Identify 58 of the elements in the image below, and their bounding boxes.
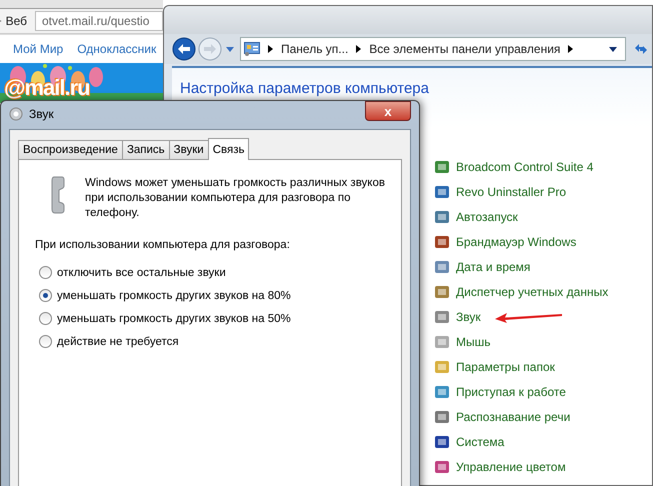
applet-link[interactable]: Broadcom Control Suite 4 [456,160,594,174]
tab[interactable]: Воспроизведение [18,140,123,159]
applet-link[interactable]: Система [456,434,504,448]
breadcrumb[interactable]: Панель уп... [281,42,348,56]
applet-icon [434,384,450,400]
chevron-icon[interactable] [568,45,574,53]
tab[interactable]: Связь [208,138,250,160]
applet-icon [434,408,450,424]
group-label: При использовании компьютера для разговора: [35,239,291,251]
applet-link[interactable]: Управление цветом [456,460,566,474]
applet-link[interactable]: Дата и время [456,260,530,274]
dropdown-icon[interactable] [609,46,617,52]
applet-link[interactable]: Брандмауэр Windows [456,234,576,248]
applet-link[interactable]: Приступая к работе [456,384,566,398]
tab[interactable]: Звуки [168,140,209,159]
applet-icon [434,434,450,450]
applet-link[interactable]: Параметры папок [456,360,555,374]
applet-icon [434,458,450,474]
close-button[interactable]: x [365,101,411,121]
refresh-icon[interactable] [634,42,648,56]
applet-icon [434,358,450,374]
chevron-icon[interactable] [356,45,362,53]
radio-button[interactable] [39,289,52,302]
applet-link[interactable]: Диспетчер учетных данных [456,284,608,298]
breadcrumb[interactable]: Все элементы панели управления [369,42,560,56]
nav-link[interactable]: Мой Мир [13,42,64,56]
pointer-arrow [492,310,563,322]
back-button[interactable] [172,37,196,61]
radio-button[interactable] [39,312,52,325]
applet-icon [434,308,450,324]
nav-link[interactable]: Одноклассник [77,42,156,56]
radio-label[interactable]: уменьшать громкость других звуков на 50% [57,312,291,324]
applet-link[interactable]: Автозапуск [456,210,518,224]
window-title: Звук [29,107,54,121]
radio-button[interactable] [39,335,52,348]
address-bar[interactable]: Панель уп... Все элементы панели управления [240,37,626,61]
search-label[interactable]: Веб [6,14,27,28]
applet-icon [434,234,450,250]
chevron-icon[interactable] [268,45,273,53]
radio-label[interactable]: действие не требуется [57,336,179,348]
applet-link[interactable]: Revo Uninstaller Pro [456,184,566,198]
page-heading: Настройка параметров компьютера [180,80,430,97]
applet-icon [434,184,450,200]
address-field[interactable]: otvet.mail.ru/questio [35,11,163,31]
control-panel-icon [244,42,260,56]
applet-icon [434,208,450,224]
description-text: Windows может уменьшать громкость различных звуков при использовании компьютера для разговора по телефону. [85,176,386,221]
applet-icon [434,258,450,274]
applet-icon [434,334,450,350]
applet-link[interactable]: Распознавание речи [456,410,570,424]
radio-label[interactable]: отключить все остальные звуки [57,266,226,278]
radio-button[interactable] [39,266,52,279]
applet-link[interactable]: Мышь [456,334,490,348]
tab[interactable]: Запись [122,140,170,159]
applet-icon [434,158,450,174]
applet-icon [434,284,450,300]
radio-label[interactable]: уменьшать громкость других звуков на 80% [57,290,291,302]
applet-link[interactable]: Звук [456,310,481,324]
